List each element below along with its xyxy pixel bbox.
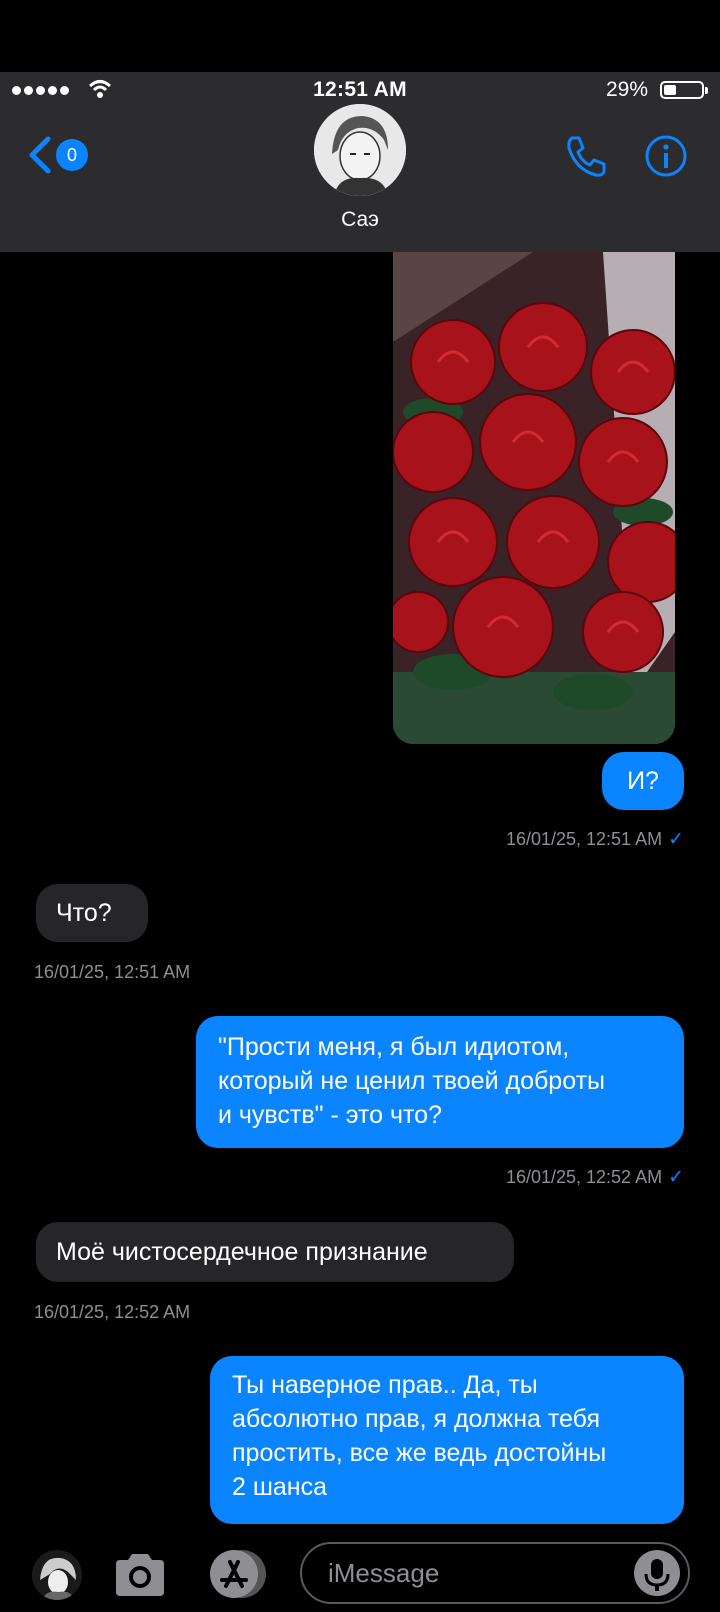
compose-bar: iMessage	[0, 1540, 720, 1612]
mic-icon	[644, 1559, 670, 1591]
message-input-placeholder: iMessage	[328, 1558, 440, 1588]
memoji-avatar-button[interactable]	[32, 1550, 82, 1600]
incoming-message[interactable]: Что?	[36, 884, 148, 942]
memoji-image	[32, 1550, 82, 1600]
outgoing-message[interactable]: "Прости меня, я был идиотом, который не …	[196, 1016, 684, 1148]
message-timestamp: 16/01/25, 12:51 AM	[34, 962, 191, 982]
battery-percent: 29%	[605, 78, 648, 101]
avatar-image	[314, 104, 406, 196]
message-line: простить, все же ведь достойны	[232, 1439, 607, 1467]
unread-count-badge: 0	[56, 139, 88, 171]
info-icon[interactable]	[644, 134, 688, 178]
image-attachment-roses[interactable]	[393, 252, 675, 744]
message-input[interactable]: iMessage	[300, 1542, 690, 1604]
checkmark-icon: ✓	[668, 829, 684, 850]
timestamp-text: 16/01/25, 12:51 AM	[505, 829, 663, 849]
message-timestamp: 16/01/25, 12:51 AM ✓	[506, 828, 684, 851]
message-text: И?	[627, 767, 659, 795]
contact-name[interactable]: Саэ	[0, 208, 720, 232]
message-line: Ты наверное прав.. Да, ты	[232, 1371, 538, 1399]
message-line: 2 шанса	[232, 1473, 328, 1501]
back-button[interactable]: 0	[26, 130, 96, 180]
checkmark-icon: ✓	[668, 1167, 684, 1188]
app-store-icon[interactable]	[204, 1548, 272, 1600]
message-line: "Прости меня, я был идиотом,	[218, 1033, 570, 1061]
message-line: который не ценил твоей доброты	[218, 1067, 605, 1095]
contact-avatar[interactable]	[314, 104, 406, 196]
incoming-message[interactable]: Моё чистосердечное признание	[36, 1222, 514, 1282]
battery-icon	[660, 81, 708, 99]
message-line: абсолютно прав, я должна тебя	[232, 1405, 600, 1433]
outgoing-message[interactable]: Ты наверное прав.. Да, ты абсолютно прав…	[210, 1356, 684, 1524]
message-text: Что?	[56, 899, 112, 927]
status-bar: 12:51 AM 29%	[0, 72, 720, 108]
camera-icon[interactable]	[112, 1550, 168, 1600]
timestamp-text: 16/01/25, 12:52 AM	[505, 1167, 663, 1187]
outgoing-message[interactable]: И?	[602, 752, 684, 810]
back-chevron-icon	[29, 136, 51, 174]
message-text: Моё чистосердечное признание	[56, 1238, 428, 1266]
roses-image	[393, 252, 675, 744]
message-timestamp: 16/01/25, 12:52 AM ✓	[506, 1166, 684, 1189]
message-line: и чувств" - это что?	[218, 1101, 442, 1129]
dictation-button[interactable]	[634, 1550, 680, 1596]
message-timestamp: 16/01/25, 12:52 AM	[34, 1302, 191, 1322]
phone-icon[interactable]	[562, 132, 610, 180]
